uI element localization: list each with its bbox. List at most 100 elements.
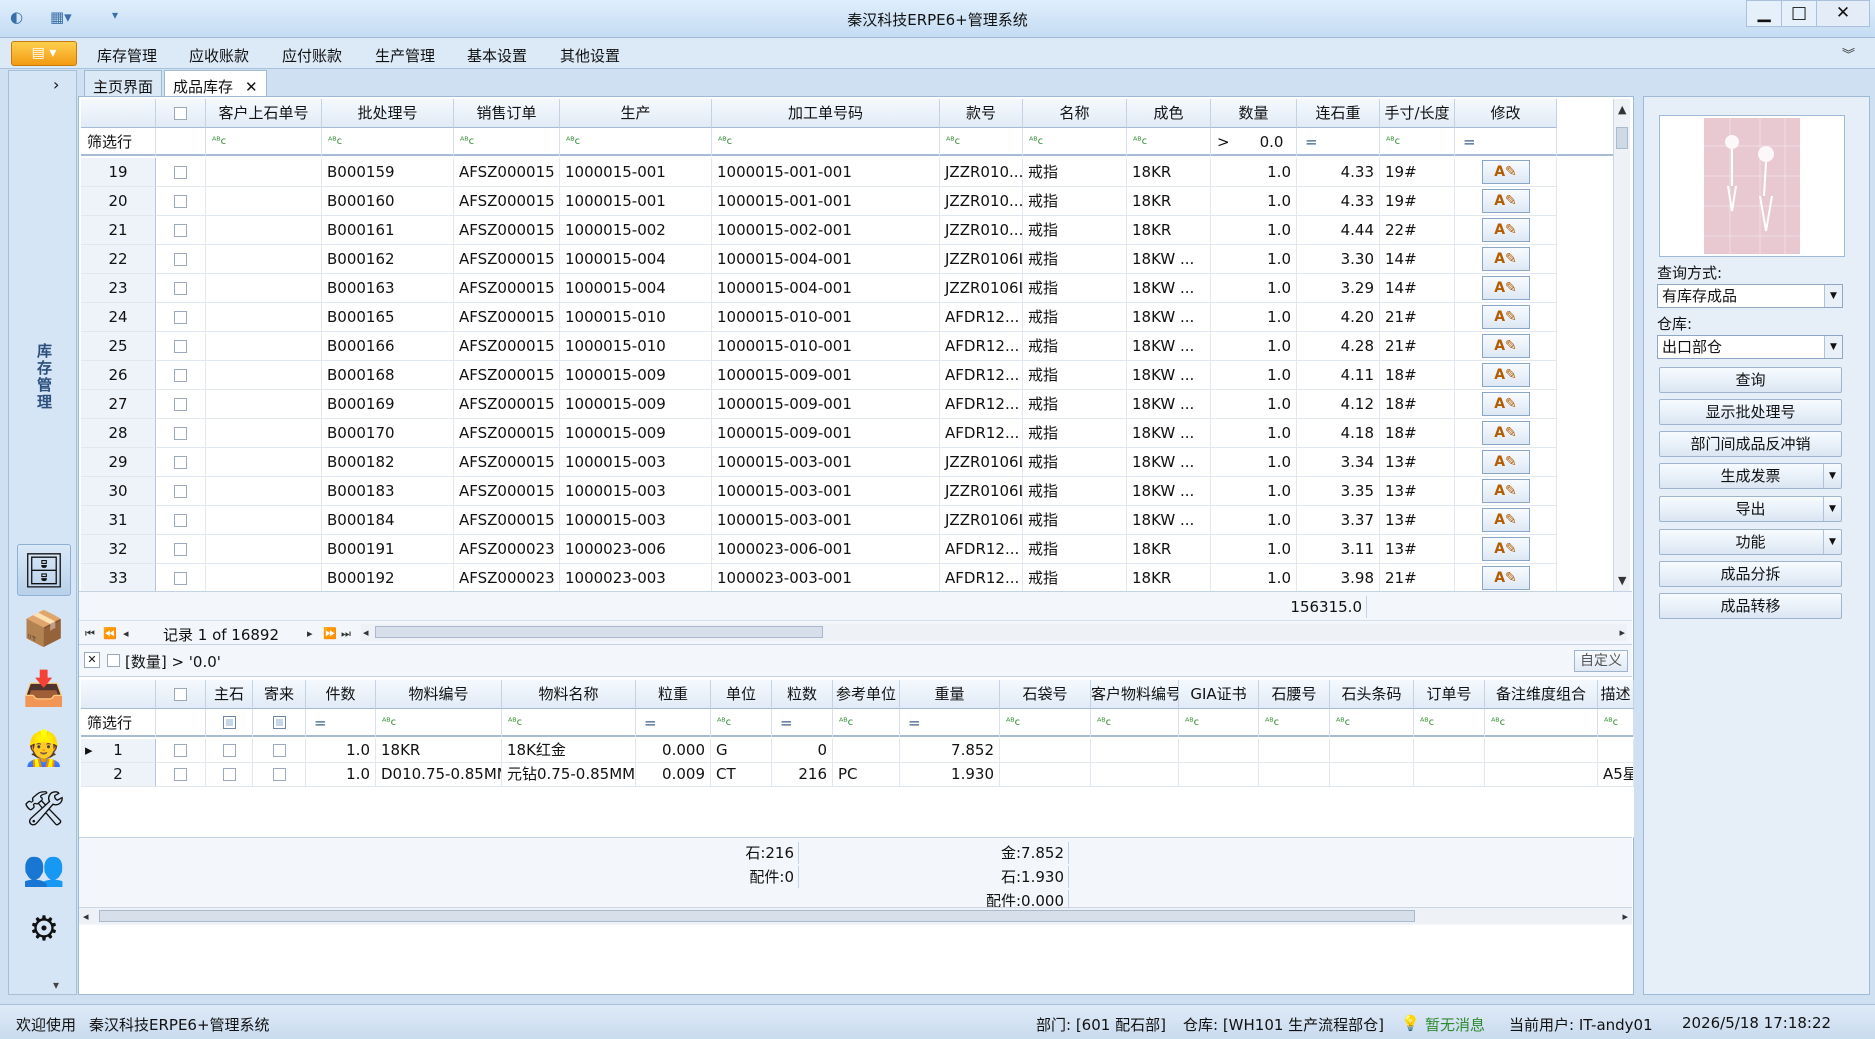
show-batch-button[interactable]: 显示批处理号 bbox=[1659, 399, 1842, 425]
edit-icon[interactable]: A✎ bbox=[1481, 276, 1530, 300]
row-select[interactable] bbox=[156, 245, 206, 274]
row-checkbox[interactable] bbox=[174, 398, 187, 411]
lower-header[interactable]: GIA证书 bbox=[1179, 680, 1259, 709]
row-edit[interactable]: A✎ bbox=[1455, 477, 1557, 506]
row-edit[interactable]: A✎ bbox=[1455, 535, 1557, 564]
row-select[interactable] bbox=[156, 274, 206, 303]
nav-scroll-down-icon[interactable]: ▾ bbox=[53, 978, 59, 992]
query-button[interactable]: 查询 bbox=[1659, 367, 1842, 393]
header-style-no[interactable]: 款号 bbox=[940, 99, 1023, 128]
row-select[interactable] bbox=[156, 332, 206, 361]
menu-receivable[interactable]: 应收账款 bbox=[189, 45, 249, 66]
row-edit[interactable]: A✎ bbox=[1455, 448, 1557, 477]
row-checkbox[interactable] bbox=[174, 485, 187, 498]
close-button[interactable]: ✕ bbox=[1816, 0, 1870, 27]
row-edit[interactable]: A✎ bbox=[1455, 216, 1557, 245]
filter-cell-text[interactable]: ᴬᴮc bbox=[560, 128, 712, 156]
worker-icon[interactable]: 👷 bbox=[17, 723, 71, 775]
tab-finished-stock[interactable]: 成品库存 ✕ bbox=[164, 70, 267, 97]
row-checkbox[interactable] bbox=[174, 282, 187, 295]
header-sales-order[interactable]: 销售订单 bbox=[454, 99, 560, 128]
filter-enabled-checkbox[interactable] bbox=[107, 654, 120, 667]
filter-cell-text[interactable]: ᴬᴮc bbox=[1127, 128, 1211, 156]
tab-home[interactable]: 主页界面 bbox=[84, 70, 163, 97]
lower-header[interactable]: 寄来 bbox=[253, 680, 306, 709]
chevron-down-icon[interactable]: ▼ bbox=[1824, 336, 1842, 358]
lower-header[interactable]: 备注维度组合 bbox=[1485, 680, 1598, 709]
filter-cell-text[interactable]: ᴬᴮc bbox=[940, 128, 1023, 156]
upper-grid-vscroll[interactable]: ▲ ▼ bbox=[1613, 99, 1630, 591]
prev-page-icon[interactable]: ⏪ bbox=[103, 627, 117, 640]
edit-icon[interactable]: A✎ bbox=[1481, 247, 1530, 271]
filter-cell-text[interactable]: ᴬᴮc bbox=[1023, 128, 1127, 156]
clear-filter-icon[interactable]: ✕ bbox=[84, 652, 100, 668]
row-edit[interactable]: A✎ bbox=[1455, 332, 1557, 361]
row-checkbox[interactable] bbox=[174, 427, 187, 440]
row-checkbox[interactable] bbox=[222, 768, 236, 781]
row-checkbox[interactable] bbox=[174, 311, 187, 324]
filter-cell-text[interactable]: ᴬᴮc bbox=[322, 128, 454, 156]
row-checkbox[interactable] bbox=[174, 166, 187, 179]
lower-header[interactable]: 单位 bbox=[711, 680, 772, 709]
row-checkbox[interactable] bbox=[174, 572, 187, 585]
upper-grid-hscroll[interactable]: ◂ ▸ bbox=[361, 624, 1627, 641]
filter-cell-equals[interactable]: = bbox=[306, 709, 376, 737]
header-stone-weight[interactable]: 连石重 bbox=[1297, 99, 1380, 128]
row-select[interactable] bbox=[156, 506, 206, 535]
next-record-icon[interactable]: ▸ bbox=[307, 627, 313, 640]
filter-checkbox[interactable] bbox=[222, 715, 236, 729]
filter-cell-text[interactable]: ᴬᴮc bbox=[206, 128, 322, 156]
menu-inventory[interactable]: 库存管理 bbox=[97, 45, 157, 66]
row-edit[interactable]: A✎ bbox=[1455, 158, 1557, 187]
menu-production[interactable]: 生产管理 bbox=[375, 45, 435, 66]
edit-icon[interactable]: A✎ bbox=[1481, 363, 1530, 387]
filter-cell-equals[interactable]: = bbox=[772, 709, 833, 737]
filter-cell-check[interactable] bbox=[206, 709, 253, 737]
filter-cell-text[interactable]: ᴬᴮc bbox=[376, 709, 502, 737]
row-checkbox[interactable] bbox=[272, 768, 286, 781]
filter-cell-text[interactable]: ᴬᴮc bbox=[833, 709, 900, 737]
database-icon[interactable]: 🗄 bbox=[17, 544, 71, 596]
generate-invoice-button[interactable]: 生成发票 ▼ bbox=[1659, 463, 1842, 489]
warehouse-select[interactable]: 出口部仓 ▼ bbox=[1657, 335, 1843, 359]
lower-header[interactable]: 粒数 bbox=[772, 680, 833, 709]
row-edit[interactable]: A✎ bbox=[1455, 187, 1557, 216]
header-production[interactable]: 生产 bbox=[560, 99, 712, 128]
chevron-down-icon[interactable]: ▼ bbox=[1823, 530, 1841, 554]
lower-grid-hscroll[interactable]: ◂ ▸ bbox=[79, 907, 1632, 924]
tab-close-icon[interactable]: ✕ bbox=[245, 78, 258, 96]
filter-cell-check[interactable] bbox=[253, 709, 306, 737]
row-select[interactable] bbox=[156, 535, 206, 564]
row-checkbox[interactable] bbox=[174, 543, 187, 556]
filter-cell-text[interactable]: ᴬᴮc bbox=[712, 128, 940, 156]
prev-record-icon[interactable]: ◂ bbox=[123, 627, 129, 640]
header-customer-stone-order[interactable]: 客户上石单号 bbox=[206, 99, 322, 128]
maximize-button[interactable]: □ bbox=[1781, 0, 1817, 27]
row-edit[interactable]: A✎ bbox=[1455, 564, 1557, 593]
lower-header[interactable]: 石头条码 bbox=[1330, 680, 1414, 709]
edit-icon[interactable]: A✎ bbox=[1481, 450, 1530, 474]
row-edit[interactable]: A✎ bbox=[1455, 303, 1557, 332]
package-in-icon[interactable]: 📥 bbox=[17, 663, 71, 715]
lower-header[interactable]: 件数 bbox=[306, 680, 376, 709]
expand-nav-icon[interactable]: › bbox=[53, 75, 59, 94]
row-checkbox[interactable] bbox=[174, 744, 187, 757]
filter-cell-equals[interactable]: = bbox=[1297, 128, 1380, 156]
edit-icon[interactable]: A✎ bbox=[1481, 218, 1530, 242]
row-edit[interactable]: A✎ bbox=[1455, 390, 1557, 419]
next-page-icon[interactable]: ⏩ bbox=[323, 627, 337, 640]
filter-cell-text[interactable]: ᴬᴮc bbox=[454, 128, 560, 156]
row-checkbox-cell[interactable] bbox=[206, 739, 253, 763]
row-select[interactable] bbox=[156, 187, 206, 216]
select-all-checkbox[interactable] bbox=[174, 107, 187, 120]
filter-cell-equals[interactable]: = bbox=[1455, 128, 1557, 156]
lower-header[interactable]: 主石 bbox=[206, 680, 253, 709]
edit-icon[interactable]: A✎ bbox=[1481, 160, 1530, 184]
row-checkbox[interactable] bbox=[222, 744, 236, 757]
row-checkbox[interactable] bbox=[174, 195, 187, 208]
row-checkbox[interactable] bbox=[174, 369, 187, 382]
row-select[interactable] bbox=[156, 419, 206, 448]
last-record-icon[interactable]: ⏭ bbox=[341, 627, 351, 641]
row-select[interactable] bbox=[156, 216, 206, 245]
lower-header[interactable]: 订单号 bbox=[1414, 680, 1485, 709]
